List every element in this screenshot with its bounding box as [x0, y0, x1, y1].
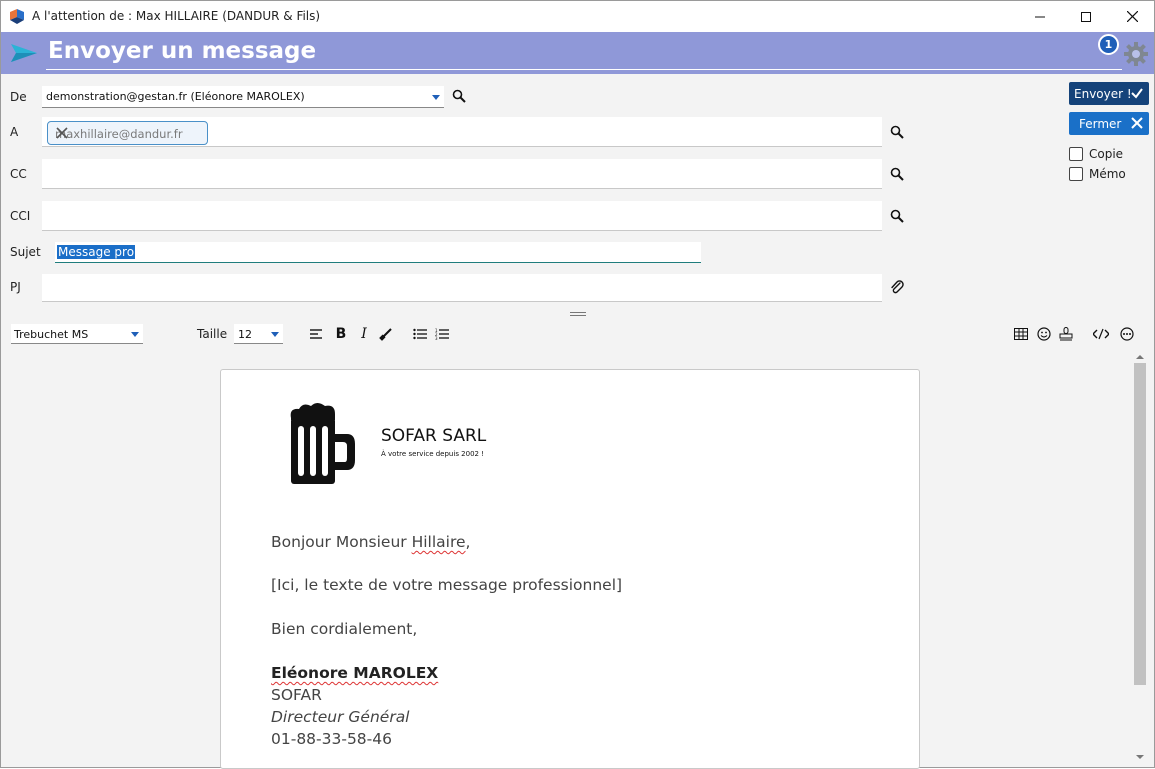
attachment-field[interactable] [42, 274, 882, 302]
compose-window: A l'attention de : Max HILLAIRE (DANDUR … [0, 0, 1155, 769]
close-button[interactable]: Fermer [1069, 112, 1149, 135]
title-bar: A l'attention de : Max HILLAIRE (DANDUR … [1, 1, 1154, 32]
svg-text:3: 3 [435, 336, 438, 340]
paint-brush-icon[interactable] [378, 326, 394, 342]
bcc-search-icon[interactable] [890, 209, 904, 226]
memo-checkbox[interactable] [1069, 167, 1083, 181]
message-editor[interactable]: SOFAR SARL À votre service depuis 2002 !… [1, 347, 1154, 769]
resize-handle[interactable] [570, 312, 586, 316]
settings-gear-icon[interactable] [1123, 41, 1149, 70]
checkmark-icon [1131, 87, 1143, 102]
font-select[interactable]: Trebuchet MS [11, 324, 143, 344]
bcc-field[interactable] [42, 201, 882, 231]
greeting-punct: , [465, 533, 471, 551]
to-label: A [10, 125, 19, 139]
closing-line: Bien cordialement, [271, 620, 418, 638]
from-search-icon[interactable] [452, 89, 466, 106]
chevron-down-icon [432, 95, 440, 100]
notification-badge[interactable]: 1 [1098, 34, 1119, 55]
size-label: Taille [197, 327, 228, 341]
copy-checkbox[interactable] [1069, 147, 1083, 161]
message-form: De demonstration@gestan.fr (Eléonore MAR… [1, 74, 1154, 321]
signature-title: Directeur Général [271, 708, 410, 726]
signature-name: Eléonore MAROLEX [271, 664, 439, 682]
more-options-icon[interactable] [1119, 326, 1135, 342]
greeting-name: Hillaire [411, 533, 466, 551]
maximize-button[interactable] [1063, 1, 1109, 32]
subject-label: Sujet [10, 245, 41, 259]
body-paragraph: [Ici, le texte de votre message professi… [271, 576, 623, 594]
cc-label: CC [10, 167, 27, 181]
from-select[interactable]: demonstration@gestan.fr (Eléonore MAROLE… [42, 86, 444, 108]
to-field[interactable]: maxhillaire@dandur.fr [42, 117, 882, 147]
bullet-list-icon[interactable] [412, 326, 428, 342]
scroll-down-icon [1136, 755, 1144, 759]
subject-input[interactable]: Message pro [55, 242, 701, 263]
greeting-text: Bonjour Monsieur [271, 533, 412, 551]
vertical-scrollbar[interactable] [1133, 353, 1147, 761]
window-title: A l'attention de : Max HILLAIRE (DANDUR … [32, 9, 321, 23]
align-left-icon[interactable] [309, 326, 325, 342]
page-header: Envoyer un message [1, 32, 1154, 74]
cc-search-icon[interactable] [890, 167, 904, 184]
font-value: Trebuchet MS [14, 328, 89, 341]
company-tagline: À votre service depuis 2002 ! [381, 450, 485, 458]
signature-phone: 01-88-33-58-46 [271, 730, 392, 748]
send-button-label: Envoyer ! [1074, 86, 1132, 101]
attachment-label: PJ [10, 280, 21, 294]
company-name: SOFAR SARL [381, 426, 487, 446]
greeting-line: Bonjour Monsieur Hillaire, [271, 533, 470, 551]
minimize-button[interactable] [1017, 1, 1063, 32]
cc-field[interactable] [42, 159, 882, 189]
scroll-thumb[interactable] [1134, 363, 1146, 685]
emoji-icon[interactable] [1036, 326, 1052, 342]
bcc-label: CCI [10, 209, 31, 223]
stamp-icon[interactable] [1058, 326, 1074, 342]
from-value: demonstration@gestan.fr (Eléonore MAROLE… [46, 90, 305, 103]
chevron-down-icon [271, 332, 279, 337]
remove-recipient-icon[interactable] [55, 126, 200, 143]
scroll-up-icon [1136, 355, 1144, 359]
from-label: De [10, 90, 27, 104]
paperclip-icon[interactable] [889, 279, 905, 298]
size-select[interactable]: 12 [234, 324, 283, 344]
send-plane-icon [11, 44, 37, 65]
subject-value: Message pro [57, 245, 136, 259]
recipient-chip[interactable]: maxhillaire@dandur.fr [47, 121, 208, 145]
page-title: Envoyer un message [48, 38, 317, 64]
signature-company: SOFAR [271, 686, 322, 704]
copy-label: Copie [1089, 147, 1124, 161]
close-icon [1131, 117, 1143, 132]
editor-toolbar: Trebuchet MS Taille 12 B I 123 [1, 321, 1154, 347]
message-body[interactable]: SOFAR SARL À votre service depuis 2002 !… [220, 369, 920, 769]
numbered-list-icon[interactable]: 123 [434, 326, 450, 342]
close-window-button[interactable] [1109, 1, 1155, 32]
table-icon[interactable] [1013, 326, 1029, 342]
send-button[interactable]: Envoyer ! [1069, 82, 1149, 105]
size-value: 12 [238, 328, 252, 341]
header-divider [46, 69, 1122, 70]
source-code-icon[interactable] [1093, 326, 1109, 342]
chevron-down-icon [131, 332, 139, 337]
bold-icon[interactable]: B [333, 326, 349, 342]
beer-mug-logo-icon [281, 400, 361, 493]
close-button-label: Fermer [1079, 116, 1122, 131]
memo-label: Mémo [1089, 167, 1126, 181]
to-search-icon[interactable] [890, 125, 904, 142]
italic-icon[interactable]: I [356, 326, 372, 342]
app-logo-icon [9, 9, 25, 25]
